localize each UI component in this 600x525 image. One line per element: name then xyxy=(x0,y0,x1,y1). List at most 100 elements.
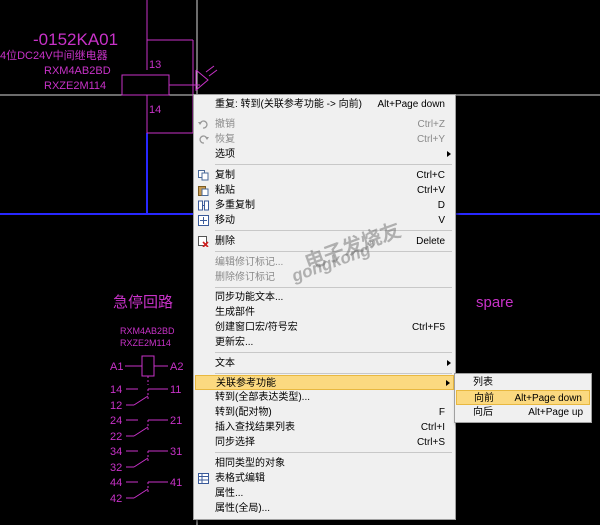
menu-item-create-macro[interactable]: 创建窗口宏/符号宏 Ctrl+F5 xyxy=(194,320,455,335)
copy-icon xyxy=(198,170,209,181)
menu-item-options[interactable]: 选项 xyxy=(194,147,455,162)
menu-item-shortcut: Ctrl+F5 xyxy=(411,322,445,333)
menu-separator xyxy=(215,230,452,231)
menu-item-label: 转到(全部表达类型)... xyxy=(215,392,310,403)
multi-copy-icon xyxy=(198,200,209,211)
cross-reference-submenu: 列表 向前 Alt+Page down 向后 Alt+Page up xyxy=(454,373,592,423)
menu-item-shortcut: Ctrl+V xyxy=(416,185,445,196)
menu-item-sync-function-text[interactable]: 同步功能文本... xyxy=(194,290,455,305)
menu-item-label: 转到(配对物) xyxy=(215,407,272,418)
menu-item-label: 移动 xyxy=(215,215,235,226)
contact-3-pin-top: 34 xyxy=(110,446,122,458)
menu-item-update-macro[interactable]: 更新宏... xyxy=(194,335,455,350)
menu-item-label: 属性(全局)... xyxy=(215,503,270,514)
pin-label-14: 14 xyxy=(149,104,161,116)
menu-item-shortcut: Ctrl+S xyxy=(416,437,445,448)
menu-separator xyxy=(215,452,452,453)
contact-4-pin-top: 44 xyxy=(110,477,122,489)
menu-item-shortcut: Ctrl+I xyxy=(420,422,445,433)
redo-icon xyxy=(199,135,209,144)
contact-1-pin-top: 14 xyxy=(110,384,122,396)
menu-item-label: 恢复 xyxy=(215,134,235,145)
contact-2: 24 22 21 xyxy=(110,415,182,443)
submenu-item-list[interactable]: 列表 xyxy=(455,375,591,390)
menu-item-label: 插入查找结果列表 xyxy=(215,422,295,433)
menu-item-label: 同步功能文本... xyxy=(215,292,284,303)
menu-item-goto-counterpart[interactable]: 转到(配对物) F xyxy=(194,405,455,420)
contact-2-pin-bottom: 22 xyxy=(110,431,122,443)
part-number-2: RXZE2M114 xyxy=(44,80,106,92)
contact-3-pin-right: 31 xyxy=(170,446,182,458)
heading-emergency-stop: 急停回路 xyxy=(113,294,173,311)
menu-item-label: 复制 xyxy=(215,170,235,181)
relay-coil[interactable]: A1 A2 xyxy=(110,355,183,385)
coil-label-a2: A2 xyxy=(170,361,183,373)
submenu-item-label: 向后 xyxy=(473,407,493,418)
menu-item-undo[interactable]: 撤销 Ctrl+Z xyxy=(194,117,455,132)
menu-separator xyxy=(215,373,452,374)
menu-item-properties-global[interactable]: 属性(全局)... xyxy=(194,501,455,516)
menu-item-shortcut: Alt+Page down xyxy=(377,99,445,110)
menu-item-insert-search-results[interactable]: 插入查找结果列表 Ctrl+I xyxy=(194,420,455,435)
menu-item-multi-copy[interactable]: 多重复制 D xyxy=(194,198,455,213)
menu-item-label: 更新宏... xyxy=(215,337,254,348)
menu-item-label: 重复: 转到(关联参考功能 -> 向前) xyxy=(215,99,362,110)
contact-1: 14 12 11 xyxy=(110,384,181,412)
contact-4-pin-right: 41 xyxy=(170,477,182,489)
move-icon xyxy=(198,215,209,226)
menu-item-generate-parts[interactable]: 生成部件 xyxy=(194,305,455,320)
menu-item-copy[interactable]: 复制 Ctrl+C xyxy=(194,168,455,183)
contact-3: 34 32 31 xyxy=(110,446,182,474)
heading-spare: spare xyxy=(476,294,514,311)
paste-icon xyxy=(198,186,209,196)
contact-1-pin-bottom: 12 xyxy=(110,400,122,412)
menu-item-redo[interactable]: 恢复 Ctrl+Y xyxy=(194,132,455,147)
menu-item-label: 文本 xyxy=(215,358,235,369)
menu-item-label: 粘贴 xyxy=(215,185,235,196)
menu-item-table-edit[interactable]: 表格式编辑 xyxy=(194,471,455,486)
menu-item-label: 属性... xyxy=(215,488,244,499)
menu-item-paste[interactable]: 粘贴 Ctrl+V xyxy=(194,183,455,198)
menu-item-cross-reference[interactable]: 关联参考功能 xyxy=(195,375,454,390)
menu-item-text[interactable]: 文本 xyxy=(194,356,455,371)
menu-item-sync-selection[interactable]: 同步选择 Ctrl+S xyxy=(194,435,455,450)
menu-item-shortcut: Ctrl+Y xyxy=(416,134,445,145)
menu-item-shortcut: Delete xyxy=(416,236,445,247)
menu-item-shortcut: V xyxy=(438,215,445,226)
menu-separator xyxy=(215,287,452,288)
menu-item-same-type-objects[interactable]: 相同类型的对象 xyxy=(194,456,455,471)
delete-icon xyxy=(198,236,209,247)
submenu-item-shortcut: Alt+Page down xyxy=(514,393,582,404)
menu-item-label: 撤销 xyxy=(215,119,235,130)
menu-item-label: 表格式编辑 xyxy=(215,473,265,484)
menu-item-label: 编辑修订标记... xyxy=(215,257,284,268)
submenu-item-label: 列表 xyxy=(473,377,493,388)
device-tag: -0152KA01 xyxy=(33,30,118,49)
menu-item-shortcut: F xyxy=(438,407,445,418)
menu-item-shortcut: Ctrl+C xyxy=(416,170,445,181)
menu-item-label: 生成部件 xyxy=(215,307,255,318)
menu-item-label: 创建窗口宏/符号宏 xyxy=(215,322,298,333)
part-number-1: RXM4AB2BD xyxy=(44,65,111,77)
submenu-item-backward[interactable]: 向后 Alt+Page up xyxy=(455,405,591,420)
relay-part-1: RXM4AB2BD xyxy=(120,326,175,336)
menu-item-shortcut: Ctrl+Z xyxy=(417,119,446,130)
relay-contacts[interactable]: 14 12 11 24 22 21 34 32 31 44 42 41 xyxy=(110,384,182,505)
menu-item-properties[interactable]: 属性... xyxy=(194,486,455,501)
submenu-arrow-icon xyxy=(446,380,450,386)
menu-item-goto-all-representations[interactable]: 转到(全部表达类型)... xyxy=(194,390,455,405)
menu-item-shortcut: D xyxy=(437,200,445,211)
menu-item-move[interactable]: 移动 V xyxy=(194,213,455,228)
menu-separator xyxy=(215,164,452,165)
submenu-arrow-icon xyxy=(447,360,451,366)
submenu-arrow-icon xyxy=(447,151,451,157)
menu-item-repeat-goto[interactable]: 重复: 转到(关联参考功能 -> 向前) Alt+Page down xyxy=(194,97,455,112)
menu-item-label: 同步选择 xyxy=(215,437,255,448)
contact-2-pin-top: 24 xyxy=(110,415,122,427)
menu-item-label: 相同类型的对象 xyxy=(215,458,285,469)
device-description: 4位DC24V中间继电器 xyxy=(0,48,108,62)
undo-icon xyxy=(198,120,208,129)
submenu-item-forward[interactable]: 向前 Alt+Page down xyxy=(456,390,590,405)
contact-4: 44 42 41 xyxy=(110,477,182,505)
contact-3-pin-bottom: 32 xyxy=(110,462,122,474)
